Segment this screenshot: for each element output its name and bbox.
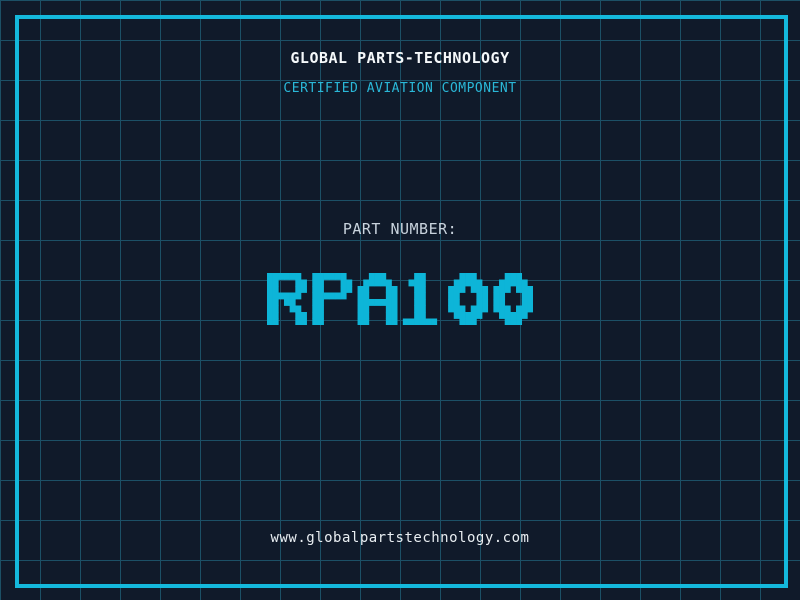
part-number-value: [267, 273, 533, 325]
certification-tagline: CERTIFIED AVIATION COMPONENT: [283, 81, 517, 96]
company-name: GLOBAL PARTS-TECHNOLOGY: [290, 49, 510, 67]
part-number-label: PART NUMBER:: [342, 220, 458, 238]
website-url: www.globalpartstechnology.com: [270, 530, 530, 546]
blueprint-placard: GLOBAL PARTS-TECHNOLOGY CERTIFIED AVIATI…: [0, 0, 800, 600]
